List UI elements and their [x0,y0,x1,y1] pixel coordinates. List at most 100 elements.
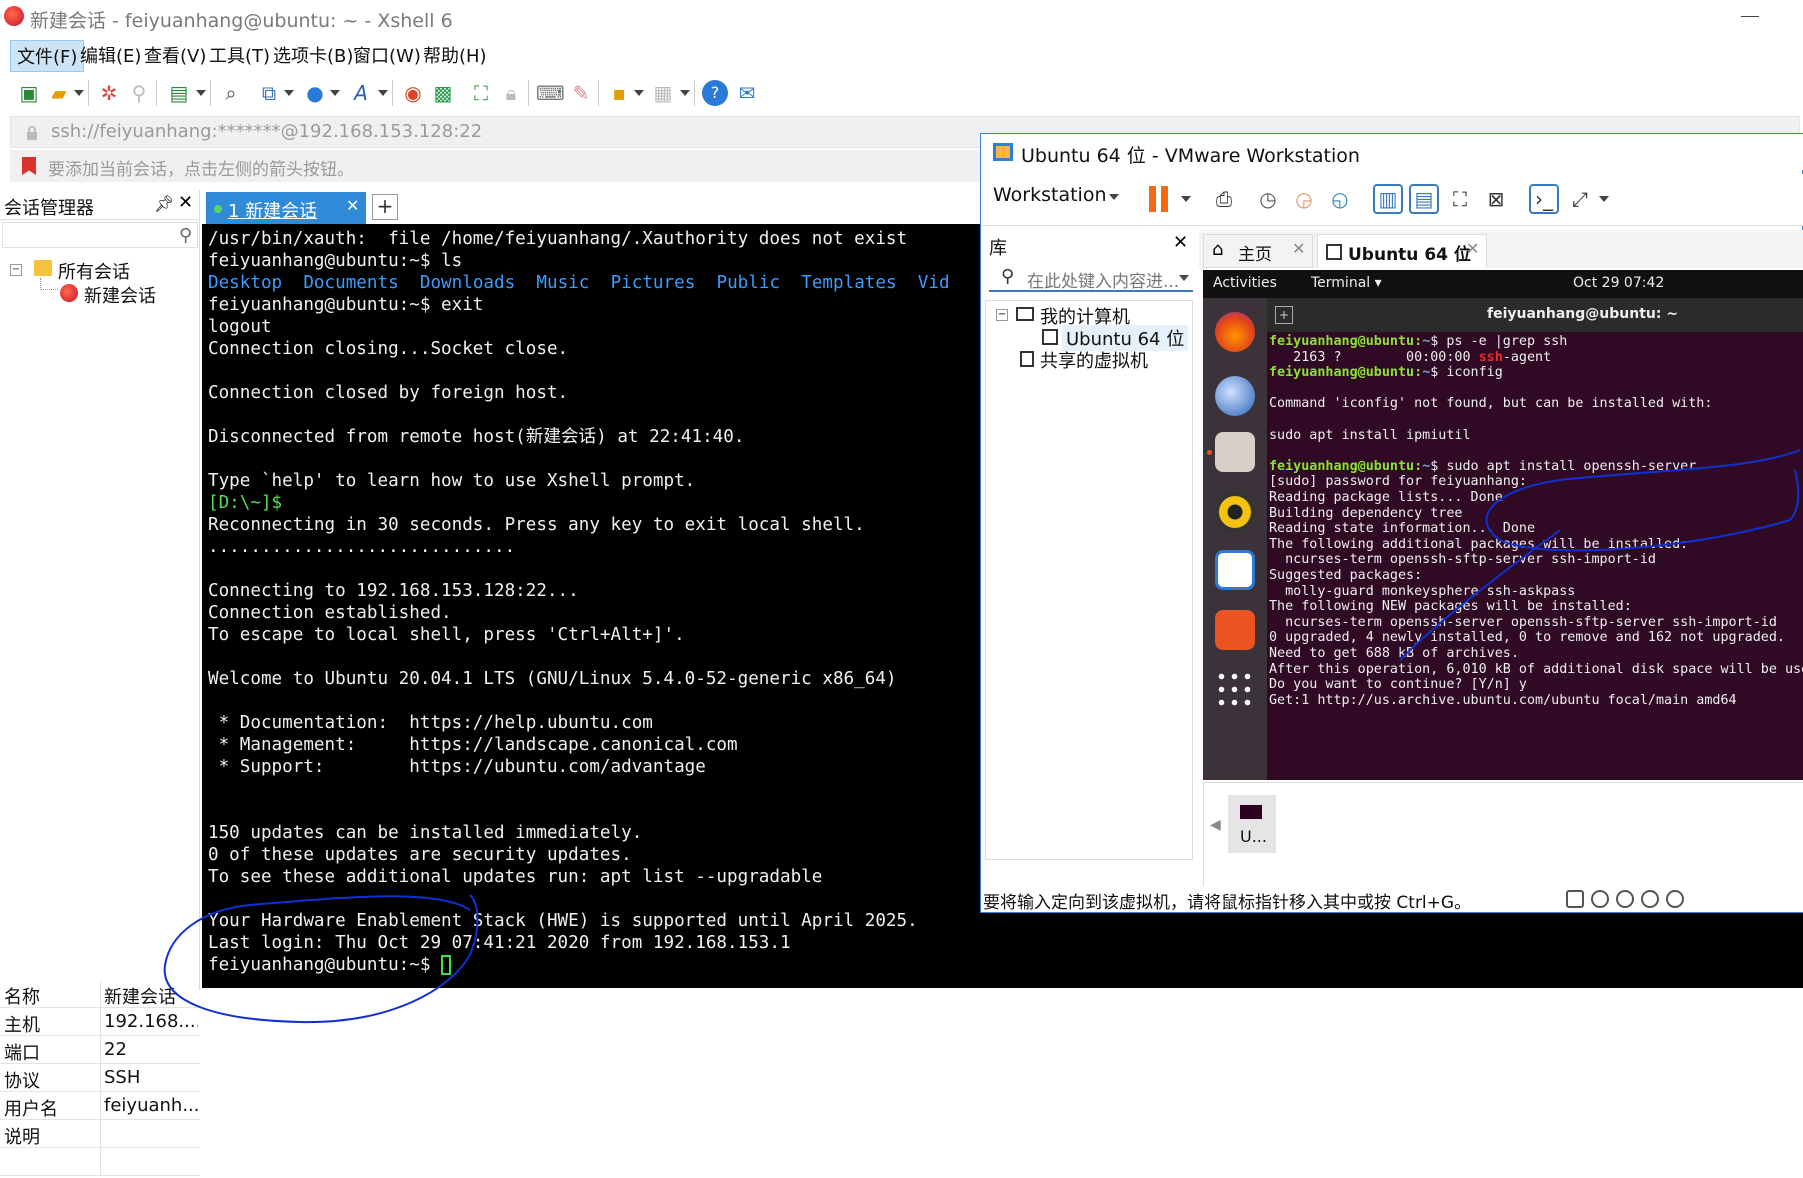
search-icon[interactable]: ⚲ [179,225,192,246]
chevron-down-icon[interactable] [1599,196,1609,202]
session-settings-icon[interactable]: ▤ [166,80,192,106]
tree-collapse-icon[interactable]: − [996,309,1008,321]
vm-content-area: ⌂ 主页 ✕ Ubuntu 64 位 ✕ Activities Terminal… [1199,230,1803,910]
fullscreen-vm-icon[interactable]: ⛶ [1445,184,1475,214]
new-session-icon[interactable]: ▣ [16,80,42,106]
guest-terminal-line: ncurses-term openssh-server openssh-sftp… [1269,614,1777,630]
tab-ubuntu-vm[interactable]: Ubuntu 64 位 ✕ [1317,234,1487,268]
xftp-icon[interactable]: ▩ [430,80,456,106]
tree-collapse-icon[interactable]: − [10,264,22,276]
chevron-down-icon[interactable] [1179,275,1189,281]
send-ctrl-alt-del-icon[interactable]: ⎙ [1209,184,1239,214]
tab-home[interactable]: ⌂ 主页 ✕ [1203,234,1313,268]
vmware-title: Ubuntu 64 位 - VMware Workstation [1021,145,1360,167]
cd-icon[interactable] [1591,890,1609,908]
guest-terminal-line: sudo apt install ipmiutil [1269,427,1471,443]
minimize-button[interactable] [1735,4,1765,28]
show-library-icon[interactable]: ▥ [1373,184,1403,214]
revert-snapshot-icon[interactable]: ◶ [1289,184,1319,214]
guest-output: 2163 ? 00:00:00 [1269,349,1479,365]
add-tab-button[interactable]: + [372,194,398,220]
prop-key: 主机 [4,1015,40,1036]
menu-edit[interactable]: 编辑(E) [74,40,147,70]
terminal-line: Type `help' to learn how to use Xshell p… [208,471,696,491]
console-view-icon[interactable]: ›_ [1529,184,1559,214]
lock-toolbar-icon[interactable]: 🔒︎ [498,80,524,106]
xshell-red-icon[interactable]: ◉ [400,80,426,106]
connect-icon[interactable]: ✲ [96,80,122,106]
globe-icon[interactable]: ● [302,80,328,106]
files-icon[interactable] [1215,432,1255,472]
layout-icon[interactable]: ▦ [650,80,676,106]
terminal-line: To escape to local shell, press 'Ctrl+Al… [208,625,685,645]
activities-button[interactable]: Activities [1213,275,1277,291]
usb-icon[interactable] [1641,890,1659,908]
pause-icon[interactable] [1149,186,1169,212]
network-icon[interactable] [1616,890,1634,908]
keyboard-icon[interactable]: ⌨ [536,80,565,106]
vm-thumbnail[interactable]: U... [1228,795,1276,853]
guest-terminal[interactable]: + feiyuanhang@ubuntu: ~ feiyuanhang@ubun… [1267,298,1803,780]
stretch-icon[interactable]: ⤢ [1565,184,1595,214]
session-search-input[interactable]: ⚲ [2,222,198,248]
chevron-down-icon[interactable] [1181,196,1191,202]
tree-item-all-sessions[interactable]: 所有会话 [58,258,130,284]
guest-output: -agent [1502,349,1552,365]
thunderbird-icon[interactable] [1215,376,1255,416]
tab-session[interactable]: 1 新建会话 ✕ [206,192,366,224]
ls-item: Music [536,273,590,293]
snapshot-manager-icon[interactable]: ◵ [1325,184,1355,214]
find-icon[interactable]: ⌕ [218,80,244,106]
terminal-line: 0 of these updates are security updates. [208,845,632,865]
running-indicator [1207,450,1212,455]
workstation-menu[interactable]: Workstation [993,184,1107,206]
app-menu[interactable]: Terminal ▾ [1311,275,1382,291]
firefox-icon[interactable] [1215,312,1255,352]
open-folder-icon[interactable]: ▰ [46,80,72,106]
guest-terminal-line: molly-guard monkeysphere ssh-askpass [1269,583,1576,599]
chevron-down-icon[interactable] [1109,194,1119,200]
scroll-left-icon[interactable]: ◀ [1210,817,1221,833]
software-icon[interactable] [1215,610,1255,650]
new-tab-icon[interactable]: + [1275,306,1293,324]
tree-item-shared-vms[interactable]: 共享的虚拟机 [1040,347,1148,373]
highlight-icon[interactable]: ✎ [568,80,594,106]
fullscreen-icon[interactable]: ⛶ [468,80,494,106]
menu-tools[interactable]: 工具(T) [203,40,276,70]
terminal-line: * Support: https://ubuntu.com/advantage [208,757,706,777]
pin-icon[interactable]: 📌︎ [154,194,174,213]
close-tab-icon[interactable]: ✕ [346,196,359,215]
close-icon[interactable]: ✕ [178,192,193,213]
rhythmbox-icon[interactable] [1215,492,1255,532]
hdd-icon[interactable] [1566,890,1584,908]
close-tab-icon[interactable]: ✕ [1292,239,1305,258]
close-icon[interactable]: ✕ [1173,232,1188,253]
menu-tabs[interactable]: 选项卡(B) [267,40,359,70]
ubuntu-dock [1203,298,1267,780]
session-manager-title: 会话管理器 [4,198,94,219]
clock[interactable]: Oct 29 07:42 [1573,275,1664,291]
snapshot-icon[interactable]: ◷ [1253,184,1283,214]
show-apps-icon[interactable] [1215,670,1255,710]
sound-icon[interactable] [1666,890,1684,908]
add-tab-icon[interactable]: ▪ [606,80,632,106]
chat-icon[interactable]: ✉ [734,80,760,106]
menu-help[interactable]: 帮助(H) [417,40,493,70]
font-icon[interactable]: A [348,80,374,106]
menu-view[interactable]: 查看(V) [138,40,212,70]
tree-item-session[interactable]: 新建会话 [84,282,156,308]
prop-row: 名称 新建会话 [0,980,200,1008]
disconnect-icon[interactable]: ⚲ [126,80,152,106]
guest-terminal-line: ncurses-term openssh-sftp-server ssh-imp… [1269,552,1656,568]
ls-item: Templates [801,273,897,293]
writer-icon[interactable] [1215,550,1255,590]
close-tab-icon[interactable]: ✕ [1466,239,1479,258]
library-search-input[interactable]: ⚲ 在此处键入内容进... [989,264,1193,292]
transfer-icon[interactable]: ⧉ [256,80,282,106]
thumbnail-bar-icon[interactable]: ▤ [1409,184,1439,214]
menu-window[interactable]: 窗口(W) [347,40,427,70]
unity-icon[interactable]: ⊠ [1481,184,1511,214]
guest-screen[interactable]: Activities Terminal ▾ Oct 29 07:42 + fei… [1203,270,1803,780]
help-icon[interactable]: ? [702,80,728,106]
bookmark-icon[interactable] [22,157,36,175]
